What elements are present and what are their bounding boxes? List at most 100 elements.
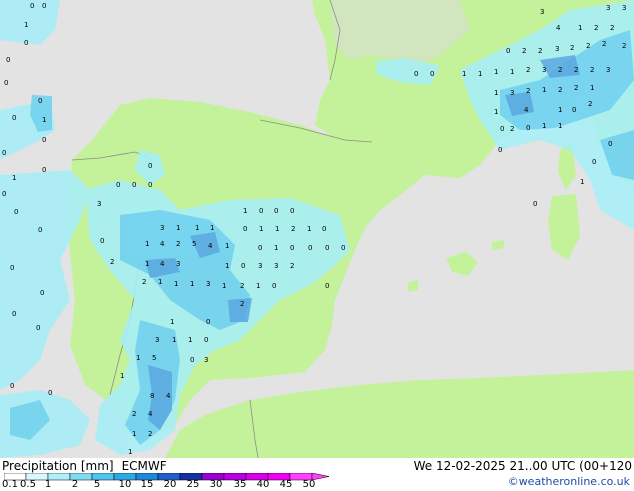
value-label: 0 <box>24 39 28 47</box>
value-label: 0 <box>506 47 510 55</box>
value-label: 0 <box>533 200 537 208</box>
legend-label: 2 <box>71 479 79 490</box>
value-label: 2 <box>110 258 114 266</box>
value-label: 2 <box>594 24 598 32</box>
value-label: 2 <box>290 262 294 270</box>
value-label: 0 <box>12 310 16 318</box>
value-label: 1 <box>42 116 46 124</box>
value-label: 1 <box>542 122 546 130</box>
value-label: 3 <box>155 336 159 344</box>
value-label: 0 <box>132 181 136 189</box>
value-label: 2 <box>526 87 530 95</box>
value-label: 0 <box>148 181 152 189</box>
value-label: 0 <box>38 226 42 234</box>
value-label: 0 <box>6 56 10 64</box>
value-label: 1 <box>172 336 176 344</box>
value-label: 0 <box>274 207 278 215</box>
value-label: 2 <box>558 86 562 94</box>
value-label: 4 <box>524 106 529 114</box>
value-label: 0 <box>42 166 46 174</box>
legend-label: 15 <box>140 479 154 490</box>
value-label: 2 <box>622 42 626 50</box>
value-label: 2 <box>176 240 180 248</box>
value-label: 0 <box>148 162 152 170</box>
value-label: 4 <box>148 410 153 418</box>
value-label: 2 <box>602 40 606 48</box>
value-label: 2 <box>240 282 244 290</box>
value-label: 0 <box>14 208 18 216</box>
value-label: 1 <box>176 224 180 232</box>
value-label: 3 <box>622 4 626 12</box>
value-label: 0 <box>116 181 120 189</box>
value-label: 1 <box>274 244 278 252</box>
value-label: 2 <box>538 47 542 55</box>
map-canvas: 0 0 1 0 0 0 0 0 1 0 0 0 0 1 0 0 0 0 0 0 … <box>0 0 634 458</box>
value-label: 2 <box>148 430 152 438</box>
value-label: 0 <box>308 244 312 252</box>
value-label: 2 <box>142 278 146 286</box>
value-label: 3 <box>542 66 546 74</box>
value-label: 0 <box>526 124 530 132</box>
value-label: 1 <box>462 70 466 78</box>
legend-label: 50 <box>302 479 316 490</box>
value-label: 3 <box>206 280 210 288</box>
value-label: 0 <box>341 244 345 252</box>
value-label: 3 <box>160 224 164 232</box>
value-label: 2 <box>132 410 136 418</box>
value-label: 1 <box>558 106 562 114</box>
value-label: 0 <box>30 2 34 10</box>
value-label: 1 <box>210 224 214 232</box>
value-label: 2 <box>558 66 562 74</box>
value-label: 1 <box>222 282 226 290</box>
value-label: 1 <box>494 89 498 97</box>
map-footer: Precipitation [mm] ECMWF We 12-02-2025 21… <box>0 458 634 490</box>
value-label: 0 <box>40 289 44 297</box>
value-label: 8 <box>150 392 154 400</box>
credit-link[interactable]: ©weatheronline.co.uk <box>508 475 630 488</box>
value-label: 1 <box>225 262 229 270</box>
value-label: 0 <box>48 389 52 397</box>
value-label: 0 <box>42 136 46 144</box>
legend-label: 1 <box>44 479 52 490</box>
value-label: 3 <box>540 8 544 16</box>
value-label: 0 <box>42 2 46 10</box>
value-label: 0 <box>2 149 6 157</box>
value-label: 0 <box>241 262 245 270</box>
value-label: 1 <box>256 282 260 290</box>
legend-label: 0.5 <box>20 479 36 490</box>
value-label: 5 <box>192 240 196 248</box>
value-label: 0 <box>572 106 576 114</box>
value-label: 1 <box>174 280 178 288</box>
value-label: 2 <box>610 24 614 32</box>
legend-label: 40 <box>256 479 270 490</box>
value-label: 0 <box>10 382 14 390</box>
model-name: ECMWF <box>121 459 167 473</box>
value-label: 1 <box>494 68 498 76</box>
value-label: 1 <box>259 225 263 233</box>
value-label: 1 <box>136 354 140 362</box>
value-label: 0 <box>10 264 14 272</box>
value-label: 4 <box>208 242 213 250</box>
value-label: 3 <box>176 260 180 268</box>
value-label: 3 <box>258 262 262 270</box>
value-label: 0 <box>290 244 294 252</box>
value-label: 1 <box>195 224 199 232</box>
value-label: 0 <box>430 70 434 78</box>
value-label: 1 <box>578 24 582 32</box>
value-label: 1 <box>580 178 584 186</box>
value-label: 4 <box>556 24 561 32</box>
value-label: 1 <box>243 207 247 215</box>
valid-time: We 12-02-2025 21..00 UTC (00+120 <box>413 459 632 473</box>
value-label: 0 <box>322 225 326 233</box>
value-label: 0 <box>500 125 504 133</box>
value-label: 1 <box>478 70 482 78</box>
value-label: 0 <box>414 70 418 78</box>
value-label: 5 <box>152 354 156 362</box>
value-label: 1 <box>120 372 124 380</box>
value-label: 4 <box>166 392 171 400</box>
value-label: 0 <box>325 282 329 290</box>
value-label: 2 <box>526 66 530 74</box>
value-label: 3 <box>606 4 610 12</box>
value-label: 0 <box>259 207 263 215</box>
value-label: 3 <box>606 66 610 74</box>
